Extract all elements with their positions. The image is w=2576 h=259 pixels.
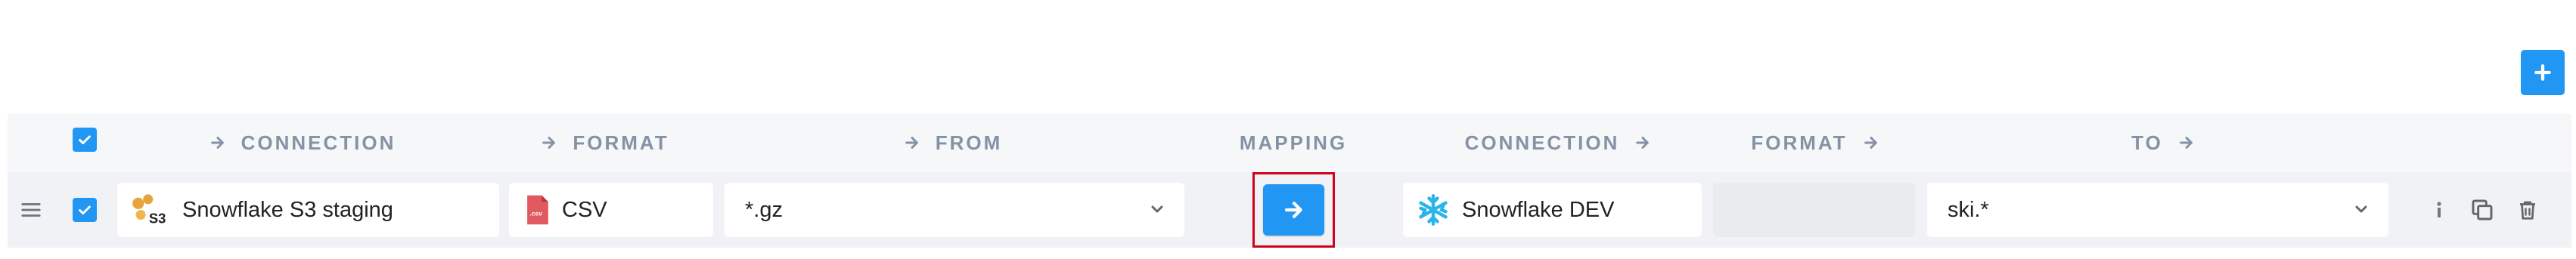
from-pattern-select[interactable]: *.gz [725,183,1184,237]
drag-handle-icon[interactable] [18,198,44,222]
destination-connection-select[interactable]: Snowflake DEV [1403,183,1702,237]
arrow-right-icon [2180,137,2193,149]
header-to-label: TO [2131,131,2163,154]
mapping-button[interactable] [1263,184,1324,236]
header-destination-connection: CONNECTION [1460,113,1656,172]
header-destination-format: FORMAT [1747,113,1883,172]
arrow-right-icon [210,137,224,149]
destination-connection-label: Snowflake DEV [1462,197,1615,222]
add-mapping-button[interactable] [2521,50,2565,95]
s3-bucket-icon: S3 [131,193,170,227]
header-to: TO [2118,113,2208,172]
header-destination-format-label: FORMAT [1751,131,1848,154]
checkmark-icon [79,135,91,145]
chevron-down-icon [1151,205,1163,213]
header-mapping: MAPPING [1233,113,1354,172]
source-connection-select[interactable]: S3 Snowflake S3 staging [117,183,499,237]
copy-icon[interactable] [2467,195,2497,225]
header-destination-connection-label: CONNECTION [1464,131,1620,154]
arrow-right-icon [1284,202,1302,218]
delete-icon[interactable] [2512,195,2543,225]
to-pattern-select[interactable]: ski.* [1927,183,2388,237]
from-pattern-value: *.gz [745,197,783,222]
source-connection-label: Snowflake S3 staging [182,197,393,222]
row-checkbox[interactable] [73,198,97,222]
arrow-right-icon [1636,137,1650,149]
header-mapping-label: MAPPING [1239,131,1348,154]
svg-text:S3: S3 [149,210,166,226]
csv-icon-text: .csv [529,209,542,217]
header-from-label: FROM [935,131,1003,154]
plus-icon [2534,64,2551,81]
destination-format-select[interactable] [1713,183,1915,237]
info-icon[interactable] [2428,196,2450,224]
checkmark-icon [79,205,91,215]
header-source-connection: CONNECTION [204,113,401,172]
to-pattern-value: ski.* [1948,197,1989,222]
header-source-connection-label: CONNECTION [241,131,396,154]
arrow-right-icon [542,137,556,149]
header-from: FROM [892,113,1013,172]
csv-file-icon: .csv [526,193,550,227]
source-format-select[interactable]: .csv CSV [509,183,713,237]
select-all-checkbox[interactable] [73,128,97,152]
arrow-right-icon [1864,137,1877,149]
snowflake-icon [1417,193,1450,227]
chevron-down-icon [2355,205,2367,213]
header-source-format: FORMAT [537,113,673,172]
arrow-right-icon [905,137,918,149]
source-format-label: CSV [562,197,607,222]
header-source-format-label: FORMAT [573,131,669,154]
